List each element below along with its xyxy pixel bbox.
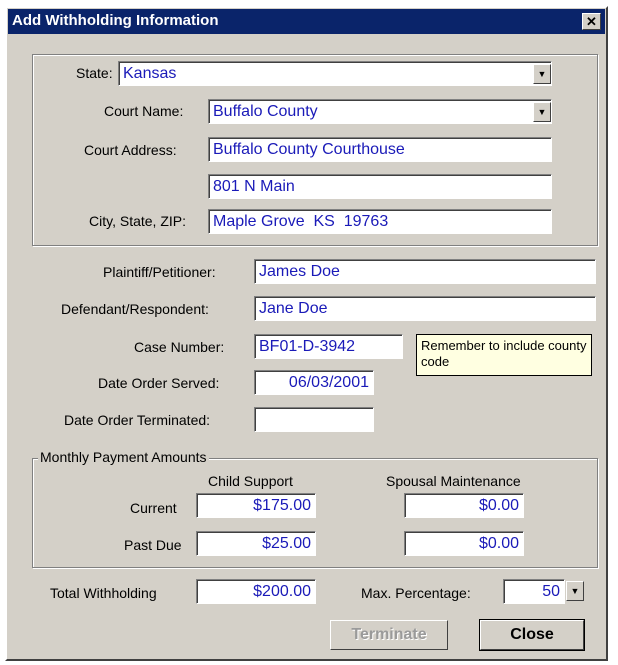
defendant-input[interactable]: Jane Doe	[254, 296, 596, 321]
court-address-line2-input[interactable]: 801 N Main	[208, 174, 552, 199]
date-served-input[interactable]: 06/03/2001	[254, 370, 374, 395]
close-icon[interactable]: ✕	[582, 13, 601, 30]
case-number-input[interactable]: BF01-D-3942	[254, 334, 403, 359]
date-terminated-input[interactable]	[254, 407, 374, 432]
chevron-down-icon[interactable]: ▼	[533, 102, 551, 122]
state-label: State:	[76, 65, 113, 81]
total-withholding-label: Total Withholding	[50, 585, 157, 601]
max-percentage-input[interactable]: 50	[503, 579, 565, 604]
close-button[interactable]: Close	[479, 619, 585, 651]
case-number-tooltip: Remember to include county code	[416, 334, 592, 376]
spousal-maintenance-header: Spousal Maintenance	[386, 473, 521, 489]
title-bar: Add Withholding Information ✕	[8, 9, 605, 34]
plaintiff-label: Plaintiff/Petitioner:	[103, 264, 216, 280]
max-percentage-label: Max. Percentage:	[361, 585, 471, 601]
total-withholding-input[interactable]: $200.00	[196, 579, 316, 604]
spousal-current-input[interactable]: $0.00	[404, 493, 524, 518]
window-title: Add Withholding Information	[12, 12, 219, 29]
child-support-header: Child Support	[208, 473, 293, 489]
date-served-label: Date Order Served:	[98, 375, 220, 391]
court-address-label: Court Address:	[84, 142, 177, 158]
spinner-icon[interactable]: ▼	[566, 581, 584, 601]
plaintiff-input[interactable]: James Doe	[254, 259, 596, 284]
city-state-zip-input[interactable]: Maple Grove KS 19763	[208, 209, 552, 234]
city-state-zip-label: City, State, ZIP:	[89, 213, 186, 229]
case-number-label: Case Number:	[134, 339, 225, 355]
defendant-label: Defendant/Respondent:	[61, 301, 209, 317]
date-terminated-label: Date Order Terminated:	[64, 412, 211, 428]
state-dropdown[interactable]: Kansas	[118, 61, 552, 86]
spousal-past-due-input[interactable]: $0.00	[404, 531, 524, 556]
past-due-label: Past Due	[124, 537, 182, 553]
child-support-current-input[interactable]: $175.00	[196, 493, 316, 518]
court-address-line1-input[interactable]: Buffalo County Courthouse	[208, 137, 552, 162]
terminate-button[interactable]: Terminate	[330, 620, 448, 650]
chevron-down-icon[interactable]: ▼	[533, 64, 551, 84]
current-label: Current	[130, 500, 177, 516]
child-support-past-due-input[interactable]: $25.00	[196, 531, 316, 556]
court-name-dropdown[interactable]: Buffalo County	[208, 99, 552, 124]
monthly-payment-legend: Monthly Payment Amounts	[38, 449, 209, 465]
court-name-label: Court Name:	[104, 103, 184, 119]
